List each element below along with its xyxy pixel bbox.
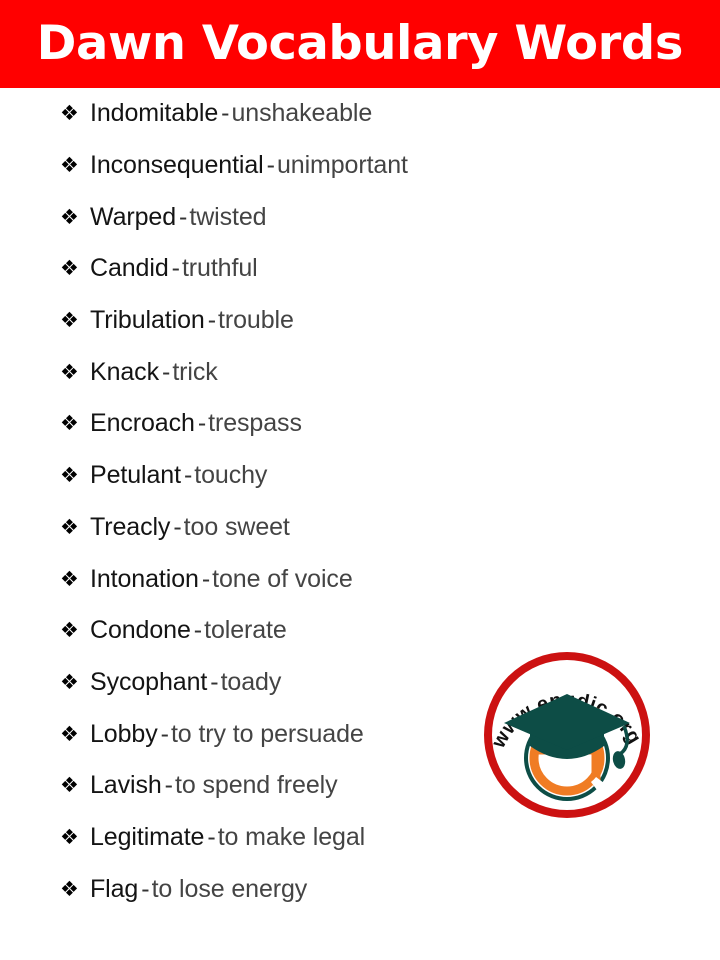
vocab-entry: Tribulation -trouble [90,308,294,333]
diamond-bullet-icon: ❖ [60,411,79,436]
vocab-word: Knack [90,357,159,386]
vocab-entry: Inconsequential -unimportant [90,153,408,178]
vocab-separator: - [266,151,275,180]
vocab-definition: trick [172,357,218,386]
vocab-entry: Lobby -to try to persuade [90,719,364,748]
vocab-row: ❖ Treacly -too sweet [0,502,720,554]
vocab-entry: Encroach -trespass [90,411,302,436]
vocab-entry: Legitimate -to make legal [90,822,366,851]
diamond-bullet-icon: ❖ [60,308,79,333]
diamond-bullet-icon: ❖ [60,721,79,746]
vocab-separator: - [161,357,171,386]
diamond-bullet-icon: ❖ [60,359,79,384]
vocab-separator: - [171,254,180,283]
vocab-entry: Warped -twisted [90,202,267,231]
vocab-definition: trouble [218,306,294,335]
vocab-row: ❖ Intonation -tone of voice [0,553,720,605]
vocab-entry: Sycophant -toady [90,667,282,696]
vocab-row: ❖ Petulant -touchy [0,450,720,502]
vocab-definition: unimportant [276,151,408,180]
vocab-row: ❖ Inconsequential -unimportant [0,140,720,192]
diamond-bullet-icon: ❖ [60,153,79,178]
vocab-word: Encroach [90,409,195,438]
vocab-word: Petulant [90,461,181,490]
vocab-separator: - [207,306,217,335]
vocab-row: ❖ Knack -trick [0,346,720,398]
vocab-entry: Treacly -too sweet [90,512,290,541]
vocab-separator: - [193,616,203,645]
vocab-definition: twisted [189,202,267,231]
diamond-bullet-icon: ❖ [60,204,79,229]
vocab-definition: trespass [208,409,302,438]
vocab-definition: unshakeable [231,99,373,128]
vocab-definition: too sweet [183,512,290,541]
diamond-bullet-icon: ❖ [60,669,79,694]
vocab-word: Indomitable [90,99,219,128]
vocab-word: Flag [90,874,139,903]
vocab-word: Sycophant [90,667,208,696]
vocab-word: Inconsequential [90,151,264,180]
vocab-definition: touchy [194,461,268,490]
vocab-row: ❖ Tribulation -trouble [0,295,720,347]
vocab-definition: truthful [181,254,258,283]
site-logo: www.engdic.org [482,650,652,820]
vocab-separator: - [201,564,211,593]
vocab-separator: - [173,512,182,541]
diamond-bullet-icon: ❖ [60,824,79,849]
vocab-entry: Petulant -touchy [90,463,267,488]
vocab-word: Lobby [90,719,158,748]
diamond-bullet-icon: ❖ [60,514,79,539]
page-title: Dawn Vocabulary Words [36,15,684,71]
vocab-separator: - [221,99,230,128]
vocab-entry: Knack -trick [90,357,218,386]
vocab-entry: Indomitable -unshakeable [90,101,372,126]
vocab-word: Candid [90,254,169,283]
vocab-definition: tolerate [204,616,287,645]
vocab-word: Warped [90,202,177,231]
vocab-definition: to try to persuade [170,719,364,748]
vocab-separator: - [141,874,150,903]
vocab-word: Lavish [90,771,162,800]
vocab-row: ❖ Candid -truthful [0,243,720,295]
vocab-row: ❖ Warped -twisted [0,191,720,243]
vocab-entry: Lavish -to spend freely [90,773,338,798]
diamond-bullet-icon: ❖ [60,876,79,901]
vocab-definition: to spend freely [175,771,338,800]
vocab-entry: Intonation -tone of voice [90,564,353,593]
header-banner: Dawn Vocabulary Words [0,0,720,88]
vocab-row: ❖ Condone -tolerate [0,605,720,657]
vocab-separator: - [164,771,173,800]
diamond-bullet-icon: ❖ [60,566,79,591]
diamond-bullet-icon: ❖ [60,618,79,643]
vocab-separator: - [207,822,216,851]
vocab-word: Tribulation [90,306,205,335]
vocab-entry: Flag -to lose energy [90,874,308,903]
vocab-definition: toady [220,667,282,696]
vocab-word: Treacly [90,512,171,541]
vocab-entry: Candid -truthful [90,256,258,281]
vocab-separator: - [183,461,193,490]
vocab-separator: - [197,409,207,438]
diamond-bullet-icon: ❖ [60,101,79,126]
vocab-row: ❖ Indomitable -unshakeable [0,88,720,140]
vocab-word: Condone [90,616,191,645]
vocab-definition: to make legal [217,822,366,851]
diamond-bullet-icon: ❖ [60,256,79,281]
vocab-separator: - [160,719,169,748]
vocab-entry: Condone -tolerate [90,618,287,643]
vocab-separator: - [179,202,188,231]
vocab-definition: to lose energy [151,874,308,903]
vocab-row: ❖ Encroach -trespass [0,398,720,450]
vocab-definition: tone of voice [212,564,353,593]
vocab-word: Legitimate [90,822,205,851]
diamond-bullet-icon: ❖ [60,463,79,488]
vocab-separator: - [210,667,219,696]
vocab-word: Intonation [90,564,199,593]
diamond-bullet-icon: ❖ [60,773,79,798]
vocab-row: ❖ Flag -to lose energy [0,863,720,915]
